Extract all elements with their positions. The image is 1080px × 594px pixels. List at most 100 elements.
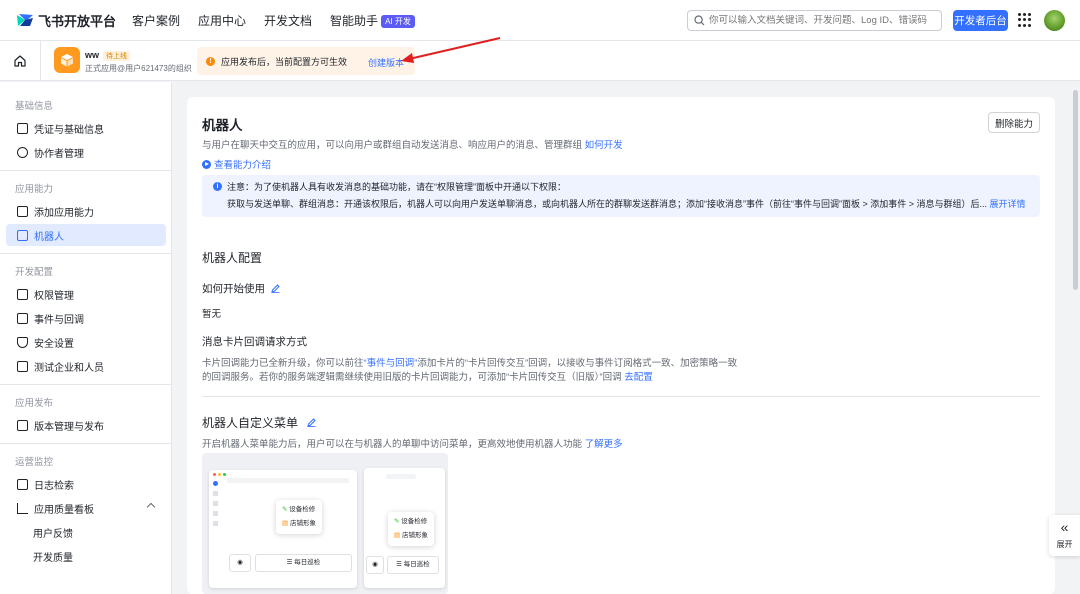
code-icon (17, 360, 28, 372)
sidebar-item-credentials[interactable]: 凭证与基础信息 (6, 117, 166, 139)
go-configure-link[interactable]: 去配置 (624, 372, 653, 383)
log-icon (17, 478, 28, 490)
play-icon (202, 159, 211, 169)
divider (40, 41, 41, 81)
sidebar-item-test-tenants[interactable]: 测试企业和人员 (6, 355, 166, 377)
search-box[interactable] (687, 10, 942, 31)
how-to-use-label: 如何开始使用 (202, 283, 265, 295)
sidebar-item-dev-quality[interactable]: 开发质量 (6, 545, 166, 567)
sidebar: 基础信息 凭证与基础信息 协作者管理 应用能力 添加应用能力 机器人 开发配置 … (0, 82, 172, 594)
top-nav: 飞书开放平台 客户案例 应用中心 开发文档 智能助手AI 开发 开发者后台 (0, 0, 1080, 41)
search-input[interactable] (709, 15, 934, 26)
home-icon[interactable] (13, 54, 27, 68)
learn-more-link[interactable]: 了解更多 (585, 439, 623, 450)
expand-panel-button[interactable]: « 展开 (1049, 515, 1080, 556)
preview-menu-item-2: ▤ 店铺形象 (282, 517, 316, 531)
preview-menu-item-1: ✎ 设备检修 (282, 503, 316, 517)
warning-icon: ! (206, 56, 215, 66)
app-name: ww 待上线 (85, 50, 131, 61)
preview-menu-item-2-label: 店铺形象 (289, 520, 316, 527)
sidebar-item-add-capability[interactable]: 添加应用能力 (6, 200, 166, 222)
sidebar-item-label: 机器人 (34, 231, 64, 243)
sidebar-group-monitoring: 运营监控 (15, 457, 54, 468)
info-icon: i (213, 182, 222, 191)
nav-smart-assistant-label: 智能助手 (330, 13, 379, 28)
developer-console-button[interactable]: 开发者后台 (953, 10, 1008, 31)
user-icon (17, 146, 28, 158)
description-text: 与用户在聊天中交互的应用，可以向用户或群组自动发送消息、响应用户的消息、管理群组 (202, 140, 583, 151)
sidebar-item-quality-dashboard[interactable]: 应用质量看板 (6, 497, 166, 519)
events-callbacks-link[interactable]: “事件与回调” (364, 358, 418, 369)
app-name-text: ww (85, 50, 100, 60)
preview-header (227, 478, 349, 483)
avatar[interactable] (1044, 10, 1065, 31)
sidebar-item-user-feedback[interactable]: 用户反馈 (6, 521, 166, 543)
sidebar-group-capabilities: 应用能力 (15, 184, 54, 195)
nav-customer-cases[interactable]: 客户案例 (132, 12, 180, 29)
camera-icon: ◉ (366, 556, 384, 574)
sidebar-item-label: 协作者管理 (34, 148, 84, 160)
sidebar-group-release: 应用发布 (15, 398, 54, 409)
sidebar-item-collaborators[interactable]: 协作者管理 (6, 141, 166, 163)
credentials-icon (17, 122, 28, 134)
shield-icon (17, 336, 28, 348)
scrollbar[interactable] (1073, 90, 1078, 290)
edit-icon[interactable] (271, 284, 280, 293)
preview-popup-menu: ✎ 设备检修 ▤ 店铺形象 (276, 500, 322, 534)
divider (0, 170, 171, 171)
sidebar-item-versions[interactable]: 版本管理与发布 (6, 414, 166, 436)
ai-badge: AI 开发 (381, 14, 415, 28)
permission-info-banner: i 注意：为了使机器人具有收发消息的基础功能，请在“权限管理”面板中开通以下权限… (202, 175, 1040, 217)
feishu-logo-icon (17, 14, 33, 26)
store-icon: ▤ (282, 520, 289, 527)
nav-dev-docs[interactable]: 开发文档 (264, 12, 312, 29)
custom-menu-description: 开启机器人菜单能力后，用户可以在与机器人的单聊中访问菜单，更高效地使用机器人功能… (202, 436, 623, 450)
annotation-arrow-icon (401, 37, 501, 63)
divider (0, 253, 171, 254)
nav-app-center[interactable]: 应用中心 (198, 12, 246, 29)
sidebar-item-label: 日志检索 (34, 480, 74, 492)
edit-icon[interactable] (307, 418, 317, 427)
sidebar-item-bot[interactable]: 机器人 (6, 224, 166, 246)
app-icon (54, 47, 80, 73)
card-callback-text-3: 的回调服务。若你的服务端逻辑需继续使用旧版的卡片回调能力，可添加“卡片回传交互（… (202, 372, 622, 383)
sidebar-group-dev-config: 开发配置 (15, 267, 54, 278)
brand-name: 飞书开放平台 (38, 13, 117, 29)
preview-daily-inspection: ☰ 每日巡检 (387, 556, 439, 574)
sidebar-item-events[interactable]: 事件与回调 (6, 307, 166, 329)
sidebar-item-label: 事件与回调 (34, 314, 84, 326)
mobile-preview-window: ✎ 设备检修 ▤ 店铺形象 ◉ ☰ 每日巡检 (364, 468, 445, 588)
chevron-up-icon (146, 502, 156, 512)
sidebar-item-label: 安全设置 (34, 338, 74, 350)
sidebar-item-permissions[interactable]: 权限管理 (6, 283, 166, 305)
wrench-icon: ✎ (394, 518, 400, 525)
apps-grid-icon[interactable] (1018, 13, 1032, 27)
add-capability-icon (17, 205, 28, 217)
delete-capability-button[interactable]: 删除能力 (988, 112, 1040, 133)
upload-icon (17, 419, 28, 431)
info-line-2-text: 获取与发送单聊、群组消息：开通该权限后，机器人可以向用户发送单聊消息，或向机器人… (227, 199, 988, 209)
bot-capability-card: 机器人 与用户在聊天中交互的应用，可以向用户或群组自动发送消息、响应用户的消息、… (187, 97, 1055, 594)
divider (0, 443, 171, 444)
publish-notice: ! 应用发布后，当前配置方可生效 创建版本 (197, 47, 415, 75)
preview-daily-inspection: ☰ 每日巡检 (255, 554, 352, 572)
card-callback-line-2: 的回调服务。若你的服务端逻辑需继续使用旧版的卡片回调能力，可添加“卡片回传交互（… (202, 369, 653, 383)
preview-menu-item-2: ▤ 店铺形象 (394, 529, 428, 543)
sidebar-item-security[interactable]: 安全设置 (6, 331, 166, 353)
custom-menu-desc-text: 开启机器人菜单能力后，用户可以在与机器人的单聊中访问菜单，更高效地使用机器人功能 (202, 439, 583, 450)
capability-intro-link[interactable]: 查看能力介绍 (202, 157, 271, 171)
sidebar-item-label: 测试企业和人员 (34, 362, 104, 374)
how-to-use-title: 如何开始使用 (202, 281, 280, 296)
brand-logo[interactable]: 飞书开放平台 (16, 11, 132, 30)
expand-details-link[interactable]: 展开详情 (990, 199, 1026, 209)
how-to-develop-link[interactable]: 如何开发 (585, 140, 623, 151)
custom-menu-label: 机器人自定义菜单 (202, 416, 299, 430)
sidebar-item-label: 应用质量看板 (34, 504, 94, 516)
preview-menu-item-1-label: 设备检修 (289, 506, 316, 513)
bot-icon (17, 229, 28, 241)
sidebar-item-logs[interactable]: 日志检索 (6, 473, 166, 495)
bar-chart-icon (17, 502, 28, 514)
bot-config-title: 机器人配置 (202, 251, 263, 265)
nav-smart-assistant[interactable]: 智能助手 AI 开发 (330, 12, 415, 29)
double-chevron-left-icon: « (1060, 519, 1069, 535)
